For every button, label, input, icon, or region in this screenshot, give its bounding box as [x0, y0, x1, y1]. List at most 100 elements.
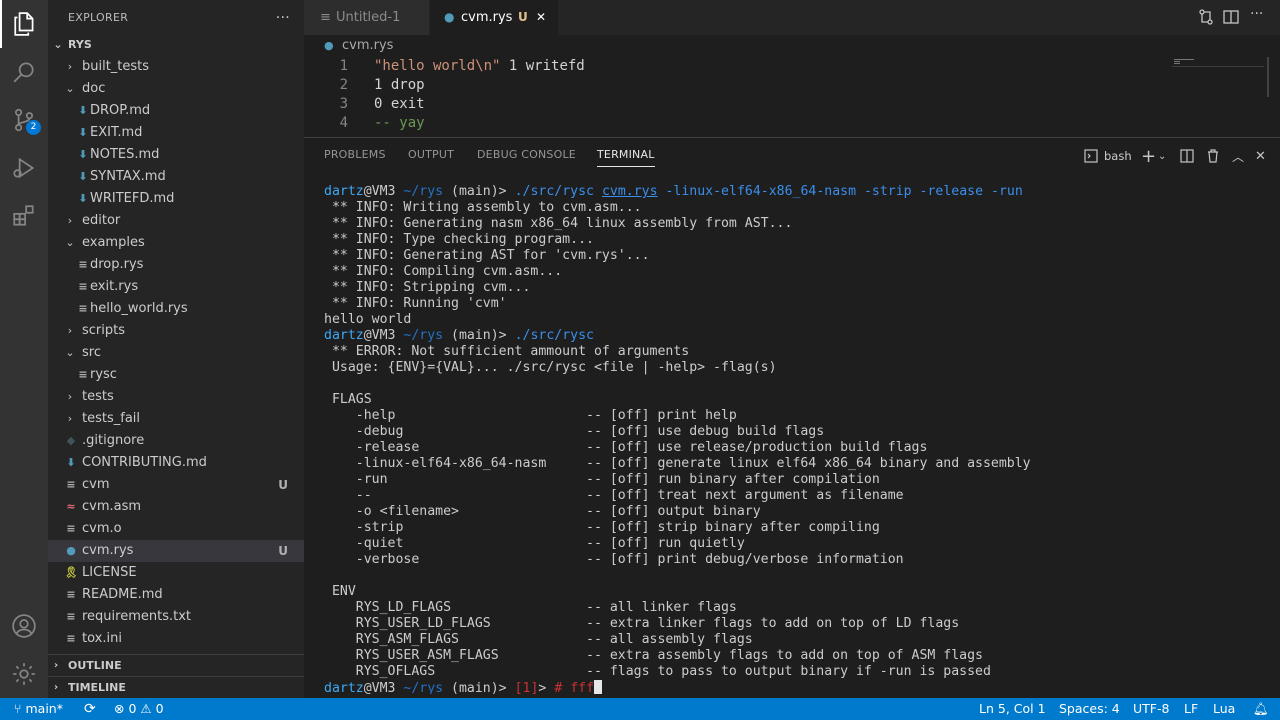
code-token: 1 writefd: [500, 58, 585, 74]
tree-item-label: cvm: [82, 477, 110, 492]
code-line: 0 exit: [374, 96, 425, 112]
close-icon[interactable]: ✕: [536, 0, 546, 35]
timeline-section[interactable]: › TIMELINE: [48, 676, 304, 698]
tree-file[interactable]: ≡ tox.ini: [48, 628, 304, 650]
lua-file-icon: ●: [444, 10, 455, 24]
maximize-panel-icon[interactable]: ︿: [1232, 146, 1244, 166]
tree-file[interactable]: ⬇ NOTES.md: [48, 144, 304, 166]
tree-file[interactable]: ≡ exit.rys: [48, 276, 304, 298]
encoding[interactable]: UTF-8: [1133, 698, 1169, 720]
run-debug-icon[interactable]: [0, 144, 48, 192]
tab-problems[interactable]: PROBLEMS: [324, 148, 386, 161]
tree-file[interactable]: ≡ cvm U: [48, 474, 304, 496]
tree-folder[interactable]: › tests_fail: [48, 408, 304, 430]
tab-cvm-rys[interactable]: ● cvm.rys U ✕: [430, 0, 558, 35]
string-token: "hello world\n": [374, 58, 501, 74]
tab-terminal[interactable]: TERMINAL: [597, 148, 655, 167]
settings-gear-icon[interactable]: [0, 650, 48, 698]
tree-file[interactable]: ⬇ DROP.md: [48, 100, 304, 122]
outline-section[interactable]: › OUTLINE: [48, 654, 304, 676]
code-comment: -- yay: [374, 115, 425, 131]
explorer-icon[interactable]: [0, 0, 48, 48]
new-terminal-icon[interactable]: +: [1141, 146, 1156, 167]
editor-tabs: ≡ Untitled-1 ● cvm.rys U ✕ ···: [304, 0, 1280, 35]
md-file-icon: ⬇: [78, 192, 88, 205]
tree-folder[interactable]: › editor: [48, 210, 304, 232]
terminal-output[interactable]: dartz@VM3 ~/rys (main)> ./src/rysc cvm.r…: [324, 184, 1264, 694]
branch-indicator[interactable]: ⑂ main*: [14, 698, 63, 720]
tree-item-label: exit.rys: [90, 279, 139, 294]
tree-file[interactable]: ⬇ SYNTAX.md: [48, 166, 304, 188]
extensions-icon[interactable]: [0, 192, 48, 240]
command-file[interactable]: cvm.rys: [602, 184, 658, 199]
open-changes-icon[interactable]: [1197, 8, 1215, 30]
txt-file-icon: ≡: [66, 522, 76, 535]
workspace-root[interactable]: ⌄ RYS: [48, 34, 304, 56]
source-control-icon[interactable]: 2: [0, 96, 48, 144]
tree-item-label: drop.rys: [90, 257, 144, 272]
txt-file-icon: ≡: [66, 588, 76, 601]
tree-item-label: WRITEFD.md: [90, 191, 175, 206]
tree-folder[interactable]: › built_tests: [48, 56, 304, 78]
more-actions-icon[interactable]: ···: [1250, 6, 1263, 22]
close-panel-icon[interactable]: ✕: [1255, 146, 1266, 166]
tree-folder[interactable]: ⌄ doc: [48, 78, 304, 100]
tree-file[interactable]: ⬇ EXIT.md: [48, 122, 304, 144]
tree-folder[interactable]: ⌄ src: [48, 342, 304, 364]
tree-item-label: cvm.o: [82, 521, 122, 536]
tree-file[interactable]: ≈ cvm.asm: [48, 496, 304, 518]
more-actions-icon[interactable]: ···: [276, 10, 290, 26]
editor-scrollbar[interactable]: [1267, 57, 1269, 97]
minimap-line: [1174, 63, 1180, 64]
tree-file[interactable]: ≡ cvm.o: [48, 518, 304, 540]
tree-file[interactable]: ≡ hello_world.rys: [48, 298, 304, 320]
chevron-down-icon[interactable]: ⌄: [1158, 146, 1166, 166]
language-mode[interactable]: Lua: [1213, 698, 1235, 720]
tree-file[interactable]: ≡ drop.rys: [48, 254, 304, 276]
breadcrumb-file[interactable]: cvm.rys: [342, 35, 393, 57]
tree-item-label: hello_world.rys: [90, 301, 188, 316]
chevron-down-icon: ⌄: [65, 236, 75, 249]
code-editor[interactable]: 1 2 3 4 "hello world\n" 1 writefd 1 drop…: [304, 57, 1280, 137]
cursor-position[interactable]: Ln 5, Col 1: [979, 698, 1046, 720]
tree-folder[interactable]: ⌄ examples: [48, 232, 304, 254]
warning-count: 0: [155, 701, 164, 716]
tree-file[interactable]: ≡ rysc: [48, 364, 304, 386]
workspace-root-label: RYS: [68, 38, 92, 51]
indentation[interactable]: Spaces: 4: [1059, 698, 1120, 720]
prompt-path: ~/rys: [395, 184, 444, 199]
file-icon: ≡: [320, 10, 331, 25]
tab-untitled-1[interactable]: ≡ Untitled-1: [304, 0, 430, 35]
tree-file[interactable]: ≡ README.md: [48, 584, 304, 606]
tree-file[interactable]: ● cvm.rys U: [48, 540, 304, 562]
tree-file[interactable]: ⬇ WRITEFD.md: [48, 188, 304, 210]
split-editor-icon[interactable]: [1222, 8, 1240, 30]
tree-file[interactable]: ◆ .gitignore: [48, 430, 304, 452]
tree-file[interactable]: ≡ requirements.txt: [48, 606, 304, 628]
git-file-icon: ◆: [66, 434, 76, 447]
tab-output[interactable]: OUTPUT: [408, 148, 454, 161]
sync-icon[interactable]: ⟳: [84, 698, 96, 720]
tree-folder[interactable]: › scripts: [48, 320, 304, 342]
tree-file[interactable]: ⬇ CONTRIBUTING.md: [48, 452, 304, 474]
prompt-suffix: >: [538, 681, 555, 694]
tree-file[interactable]: 🎗︎ LICENSE: [48, 562, 304, 584]
chevron-right-icon: ›: [67, 214, 73, 227]
account-icon[interactable]: [0, 602, 48, 650]
kill-terminal-icon[interactable]: [1206, 146, 1220, 166]
git-branch-icon: ⑂: [14, 701, 22, 716]
minimap-line: [1174, 59, 1194, 60]
problems-indicator[interactable]: ⊗ 0 ⚠ 0: [114, 698, 164, 720]
tree-item-label: cvm.asm: [82, 499, 142, 514]
tab-debug-console[interactable]: DEBUG CONSOLE: [477, 148, 576, 161]
search-icon[interactable]: [0, 48, 48, 96]
prompt-branch: (main)>: [443, 681, 507, 694]
tree-folder[interactable]: › tests: [48, 386, 304, 408]
line-ending[interactable]: LF: [1184, 698, 1198, 720]
split-terminal-icon[interactable]: [1180, 146, 1194, 166]
notifications-icon[interactable]: 🔔︎: [1253, 698, 1269, 720]
minimap[interactable]: [1172, 57, 1270, 137]
txt-file-icon: ≡: [78, 368, 88, 381]
terminal-selector[interactable]: bash: [1084, 146, 1132, 166]
terminal-shell-name: bash: [1104, 149, 1132, 163]
